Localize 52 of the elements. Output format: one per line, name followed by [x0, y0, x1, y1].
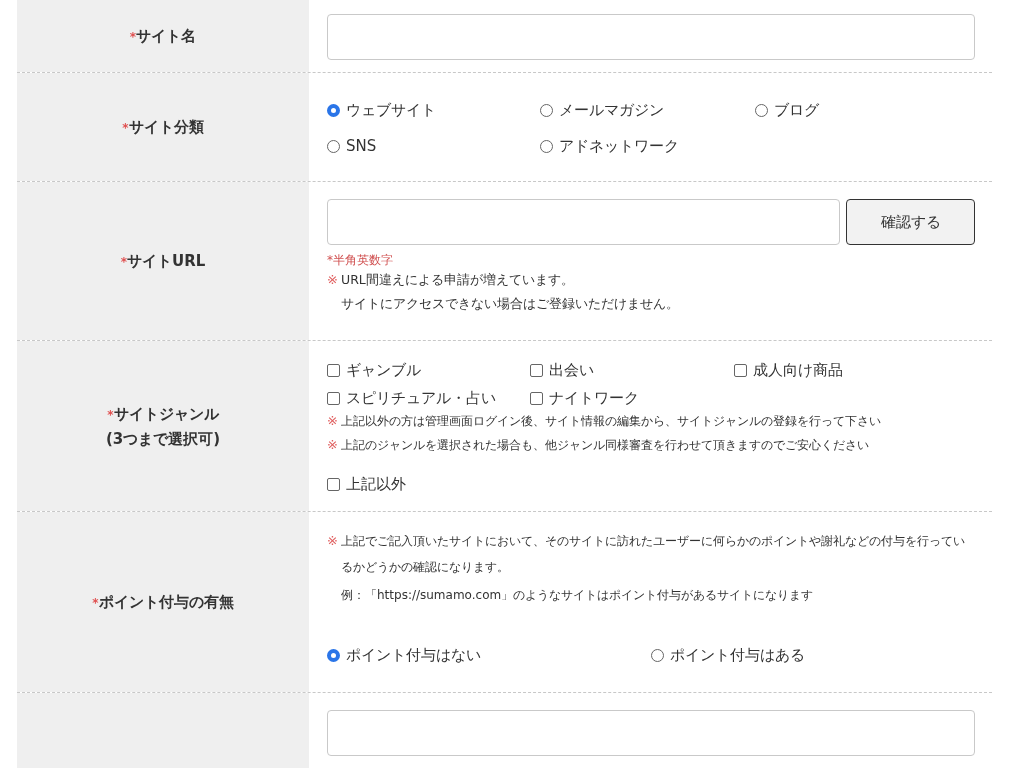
radio-button[interactable]	[327, 139, 340, 153]
confirm-button[interactable]: 確認する	[846, 199, 975, 245]
note-text: 上記のジャンルを選択された場合も、他ジャンル同様審査を行わせて頂きますのでご安心ください	[341, 437, 869, 454]
note-text: 例：「https://sumamo.com」のようなサイトはポイント付与があるサイトになります	[341, 587, 814, 604]
option-label: ナイトワーク	[549, 388, 639, 409]
option-label: ポイント付与はある	[670, 645, 805, 666]
option-label: ブログ	[774, 100, 819, 121]
option-label: ギャンブル	[346, 360, 421, 381]
field-label: サイトURL	[127, 250, 206, 272]
note-mark: ※	[327, 412, 339, 430]
field-label: (3つまで選択可)	[105, 428, 221, 450]
field-label: サイト名	[136, 25, 197, 47]
option-label: アドネットワーク	[559, 136, 679, 157]
option-label: 上記以外	[346, 474, 406, 495]
radio-button[interactable]	[327, 103, 340, 117]
note-mark: ※	[327, 532, 339, 550]
radio-button[interactable]	[651, 648, 664, 662]
checkbox[interactable]	[327, 477, 340, 491]
note-mark: ※	[327, 271, 339, 289]
required-mark: *	[92, 594, 99, 612]
checkbox[interactable]	[734, 363, 747, 377]
option-label: メールマガジン	[559, 100, 664, 121]
input-field[interactable]	[327, 14, 975, 60]
field-label: サイトジャンル	[113, 403, 219, 425]
note-text: 上記でご記入頂いたサイトにおいて、そのサイトに訪れたユーザーに何らかのポイントや謝礼などの付与を行っているかどうかの確認になります。	[341, 533, 966, 576]
option-label: SNS	[346, 136, 377, 157]
radio-button[interactable]	[540, 139, 553, 153]
option-label: 出会い	[549, 360, 594, 381]
option-label: ウェブサイト	[346, 100, 436, 121]
checkbox[interactable]	[530, 363, 543, 377]
required-mark: *	[129, 28, 137, 46]
checkbox[interactable]	[530, 391, 543, 405]
option-label: 成人向け商品	[753, 360, 843, 381]
radio-button[interactable]	[540, 103, 553, 117]
url-input-field[interactable]	[327, 199, 840, 245]
note-text: URL間違えによる申請が増えています。	[341, 271, 574, 289]
option-label: スピリチュアル・占い	[346, 388, 496, 409]
option-label: ポイント付与はない	[346, 645, 481, 666]
required-mark: *	[120, 253, 127, 271]
field-label: ポイント付与の有無	[98, 591, 234, 613]
note-mark: ※	[327, 436, 339, 454]
checkbox[interactable]	[327, 363, 340, 377]
note-text: 上記以外の方は管理画面ログイン後、サイト情報の編集から、サイトジャンルの登録を行って下さい	[341, 413, 881, 430]
required-mark: *	[107, 406, 114, 424]
checkbox[interactable]	[327, 391, 340, 405]
hint-text: *半角英数字	[327, 252, 394, 268]
note-text: サイトにアクセスできない場合はご登録いただけません。	[341, 295, 679, 313]
radio-button[interactable]	[327, 648, 340, 662]
radio-button[interactable]	[755, 103, 768, 117]
field-label: サイト分類	[128, 116, 204, 138]
required-mark: *	[122, 119, 129, 137]
input-field[interactable]	[327, 710, 975, 756]
